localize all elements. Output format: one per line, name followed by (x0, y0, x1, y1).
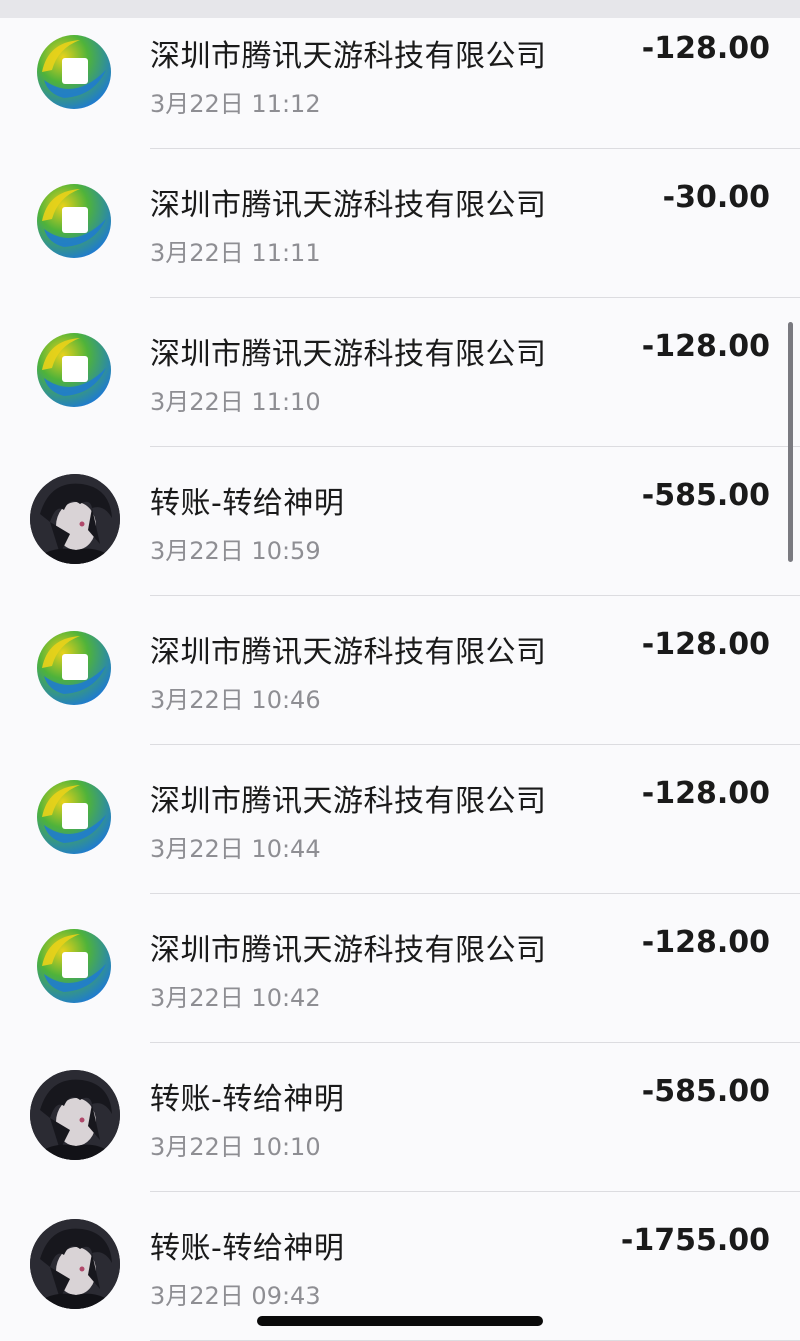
bank-logo-icon (34, 181, 114, 261)
transaction-time: 3月22日 10:42 (150, 984, 321, 1012)
transaction-list[interactable]: 深圳市腾讯天游科技有限公司 3月22日 11:12 -128.00 深圳市腾讯天… (0, 18, 800, 1341)
transaction-amount: -128.00 (641, 31, 770, 66)
transaction-amount: -128.00 (641, 329, 770, 364)
transaction-name: 深圳市腾讯天游科技有限公司 (150, 188, 547, 223)
transaction-row[interactable]: 深圳市腾讯天游科技有限公司 3月22日 11:12 -128.00 (0, 18, 800, 149)
transaction-amount: -1755.00 (620, 1223, 770, 1258)
scrollbar[interactable] (788, 322, 793, 562)
transaction-amount: -585.00 (641, 1074, 770, 1109)
transaction-name: 深圳市腾讯天游科技有限公司 (150, 635, 547, 670)
top-strip (0, 0, 800, 18)
transaction-row[interactable]: 转账-转给神明 3月22日 10:59 -585.00 (0, 447, 800, 596)
bank-logo-icon (34, 32, 114, 112)
user-avatar (30, 1070, 120, 1160)
transaction-row[interactable]: 深圳市腾讯天游科技有限公司 3月22日 11:11 -30.00 (0, 149, 800, 298)
transaction-name: 深圳市腾讯天游科技有限公司 (150, 337, 547, 372)
transaction-time: 3月22日 11:11 (150, 239, 321, 267)
bank-logo-icon (34, 777, 114, 857)
transaction-row[interactable]: 深圳市腾讯天游科技有限公司 3月22日 10:42 -128.00 (0, 894, 800, 1043)
home-indicator[interactable] (257, 1316, 543, 1326)
bank-logo-icon (34, 628, 114, 708)
transaction-name: 转账-转给神明 (150, 486, 345, 521)
user-avatar (30, 1219, 120, 1309)
transaction-name: 转账-转给神明 (150, 1082, 345, 1117)
transaction-name: 深圳市腾讯天游科技有限公司 (150, 933, 547, 968)
transaction-row[interactable]: 转账-转给神明 3月22日 10:10 -585.00 (0, 1043, 800, 1192)
transaction-time: 3月22日 10:44 (150, 835, 321, 863)
transaction-amount: -128.00 (641, 776, 770, 811)
transaction-amount: -585.00 (641, 478, 770, 513)
transaction-name: 深圳市腾讯天游科技有限公司 (150, 39, 547, 74)
transaction-amount: -128.00 (641, 925, 770, 960)
transaction-time: 3月22日 11:10 (150, 388, 321, 416)
transaction-name: 转账-转给神明 (150, 1231, 345, 1266)
transaction-time: 3月22日 11:12 (150, 90, 321, 118)
transaction-time: 3月22日 09:43 (150, 1282, 321, 1310)
transaction-time: 3月22日 10:10 (150, 1133, 321, 1161)
transaction-amount: -128.00 (641, 627, 770, 662)
transaction-time: 3月22日 10:59 (150, 537, 321, 565)
bank-logo-icon (34, 330, 114, 410)
transaction-name: 深圳市腾讯天游科技有限公司 (150, 784, 547, 819)
transaction-row[interactable]: 深圳市腾讯天游科技有限公司 3月22日 11:10 -128.00 (0, 298, 800, 447)
transaction-row[interactable]: 深圳市腾讯天游科技有限公司 3月22日 10:44 -128.00 (0, 745, 800, 894)
transaction-row[interactable]: 深圳市腾讯天游科技有限公司 3月22日 10:46 -128.00 (0, 596, 800, 745)
bank-logo-icon (34, 926, 114, 1006)
transaction-amount: -30.00 (662, 180, 770, 215)
user-avatar (30, 474, 120, 564)
transaction-time: 3月22日 10:46 (150, 686, 321, 714)
